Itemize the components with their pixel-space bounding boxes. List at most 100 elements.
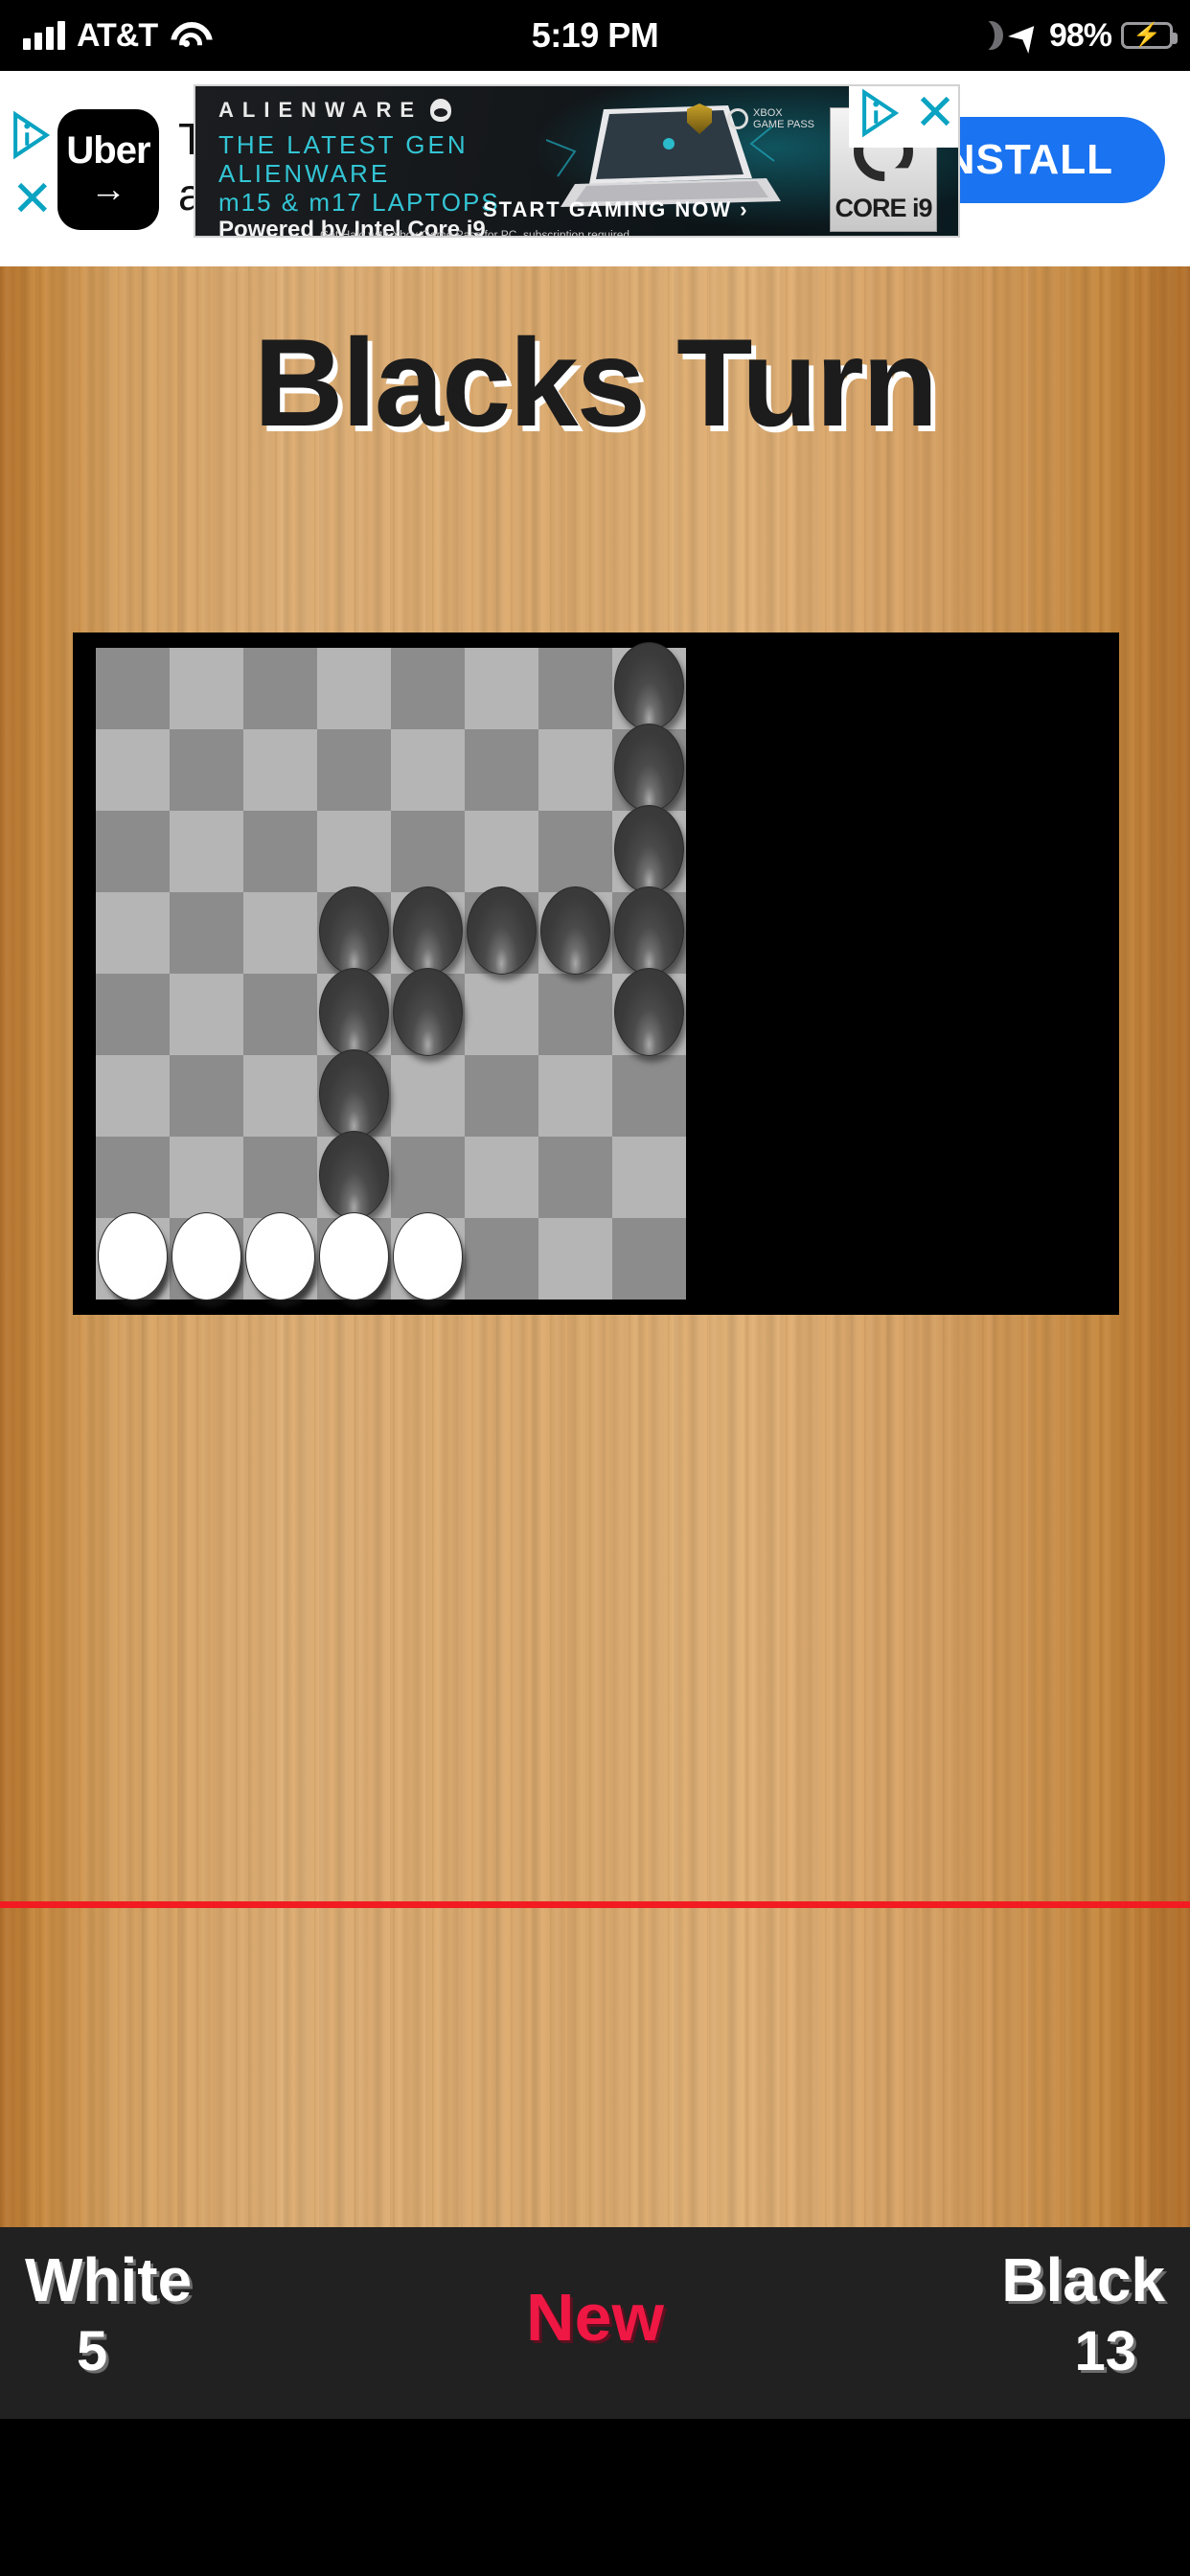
- board-cell-r2-c1[interactable]: [96, 729, 170, 811]
- board-cell-r7-c8[interactable]: [612, 1137, 686, 1218]
- adchoices-icon[interactable]: [857, 87, 908, 139]
- board-cell-r6-c1[interactable]: [96, 1055, 170, 1137]
- alienware-fineprint: Get Halo with Xbox Game Pass for PC, sub…: [320, 228, 630, 238]
- board-cell-r2-c7[interactable]: [538, 729, 612, 811]
- uber-logo-arrow-icon: →: [90, 170, 126, 210]
- black-score-label: Black: [1001, 2245, 1165, 2314]
- board-cell-r3-c5[interactable]: [391, 811, 465, 892]
- uber-logo: Uber →: [57, 109, 159, 230]
- alienware-ad-controls[interactable]: ✕: [849, 86, 958, 148]
- battery-percent-label: 98%: [1048, 16, 1112, 54]
- board-cell-r3-c3[interactable]: [243, 811, 317, 892]
- xbox-game-pass-icon: XBOX GAME PASS: [727, 107, 814, 130]
- halo-badge-icon: [687, 104, 713, 134]
- alienware-partner-badges: XBOX GAME PASS: [687, 104, 814, 134]
- black-disc: [319, 886, 389, 975]
- white-piece-r8-c3[interactable]: [243, 1212, 317, 1303]
- black-piece-r2-c8[interactable]: [612, 724, 686, 815]
- board-frame: [73, 632, 1119, 1315]
- uber-logo-word: Uber: [66, 129, 150, 172]
- board-cell-r6-c3[interactable]: [243, 1055, 317, 1137]
- black-disc: [614, 642, 684, 730]
- board-cell-r8-c7[interactable]: [538, 1218, 612, 1300]
- board-cell-r7-c3[interactable]: [243, 1137, 317, 1218]
- black-disc: [319, 1131, 389, 1219]
- board-cell-r3-c1[interactable]: [96, 811, 170, 892]
- board-cell-r1-c7[interactable]: [538, 648, 612, 729]
- board-cell-r7-c6[interactable]: [465, 1137, 538, 1218]
- black-piece-r5-c8[interactable]: [612, 968, 686, 1059]
- black-disc: [614, 968, 684, 1056]
- board-cell-r3-c2[interactable]: [170, 811, 243, 892]
- black-piece-r3-c8[interactable]: [612, 805, 686, 896]
- board-cell-r2-c3[interactable]: [243, 729, 317, 811]
- white-piece-r8-c2[interactable]: [170, 1212, 243, 1303]
- board-cell-r1-c2[interactable]: [170, 648, 243, 729]
- board-cell-r2-c2[interactable]: [170, 729, 243, 811]
- status-bar: AT&T 5:19 PM 98% ⚡: [0, 0, 1190, 71]
- board-cell-r2-c5[interactable]: [391, 729, 465, 811]
- ad-zone: ✕ Uber → T a INSTALL ALIENWARE THE LATES…: [0, 71, 1190, 266]
- board-cell-r5-c1[interactable]: [96, 974, 170, 1055]
- black-piece-r4-c7[interactable]: [538, 886, 612, 978]
- board-cell-r5-c7[interactable]: [538, 974, 612, 1055]
- board-cell-r7-c7[interactable]: [538, 1137, 612, 1218]
- white-piece-r8-c4[interactable]: [317, 1212, 391, 1303]
- status-bar-right: 98% ⚡: [969, 16, 1178, 55]
- alienware-line3: m15 & m17 LAPTOPS: [218, 188, 500, 217]
- black-piece-r4-c6[interactable]: [465, 886, 538, 978]
- uber-ad-close-icon[interactable]: ✕: [11, 174, 54, 224]
- home-indicator-area: [0, 2419, 1190, 2576]
- board-cell-r6-c8[interactable]: [612, 1055, 686, 1137]
- black-disc: [614, 724, 684, 812]
- game-board[interactable]: [96, 642, 686, 1303]
- black-disc: [393, 968, 463, 1056]
- board-cell-r4-c1[interactable]: [96, 892, 170, 974]
- board-cell-r6-c7[interactable]: [538, 1055, 612, 1137]
- white-disc: [245, 1212, 315, 1300]
- black-piece-r5-c4[interactable]: [317, 968, 391, 1059]
- battery-charging-icon: ⚡: [1121, 22, 1178, 49]
- board-cell-r5-c3[interactable]: [243, 974, 317, 1055]
- white-piece-r8-c1[interactable]: [96, 1212, 170, 1303]
- adchoices-icon[interactable]: [8, 109, 59, 161]
- board-cell-r8-c6[interactable]: [465, 1218, 538, 1300]
- black-piece-r1-c8[interactable]: [612, 642, 686, 733]
- black-piece-r4-c5[interactable]: [391, 886, 465, 978]
- alienware-ad-close-icon[interactable]: ✕: [914, 88, 956, 138]
- board-cell-r3-c6[interactable]: [465, 811, 538, 892]
- black-piece-r4-c4[interactable]: [317, 886, 391, 978]
- board-cell-r1-c5[interactable]: [391, 648, 465, 729]
- board-cell-r1-c3[interactable]: [243, 648, 317, 729]
- board-cell-r3-c7[interactable]: [538, 811, 612, 892]
- black-piece-r6-c4[interactable]: [317, 1049, 391, 1140]
- board-cell-r1-c4[interactable]: [317, 648, 391, 729]
- board-cell-r5-c2[interactable]: [170, 974, 243, 1055]
- location-arrow-icon: [1013, 22, 1040, 49]
- white-disc: [98, 1212, 168, 1300]
- black-piece-r7-c4[interactable]: [317, 1131, 391, 1222]
- board-cell-r6-c2[interactable]: [170, 1055, 243, 1137]
- board-cell-r6-c6[interactable]: [465, 1055, 538, 1137]
- alienware-ad-banner[interactable]: ALIENWARE THE LATEST GEN ALIENWARE m15 &…: [194, 84, 960, 238]
- start-gaming-now-button[interactable]: START GAMING NOW ›: [483, 197, 749, 222]
- black-piece-r4-c8[interactable]: [612, 886, 686, 978]
- board-cell-r7-c1[interactable]: [96, 1137, 170, 1218]
- board-cell-r4-c3[interactable]: [243, 892, 317, 974]
- board-cell-r4-c2[interactable]: [170, 892, 243, 974]
- alienware-head-icon: [430, 99, 451, 122]
- board-cell-r2-c6[interactable]: [465, 729, 538, 811]
- board-cell-r6-c5[interactable]: [391, 1055, 465, 1137]
- board-cell-r1-c6[interactable]: [465, 648, 538, 729]
- board-cell-r2-c4[interactable]: [317, 729, 391, 811]
- alienware-line2: ALIENWARE: [218, 159, 391, 188]
- black-disc: [467, 886, 537, 975]
- board-cell-r7-c2[interactable]: [170, 1137, 243, 1218]
- board-cell-r1-c1[interactable]: [96, 648, 170, 729]
- board-cell-r5-c6[interactable]: [465, 974, 538, 1055]
- white-piece-r8-c5[interactable]: [391, 1212, 465, 1303]
- black-piece-r5-c5[interactable]: [391, 968, 465, 1059]
- board-cell-r3-c4[interactable]: [317, 811, 391, 892]
- board-cell-r7-c5[interactable]: [391, 1137, 465, 1218]
- board-cell-r8-c8[interactable]: [612, 1218, 686, 1300]
